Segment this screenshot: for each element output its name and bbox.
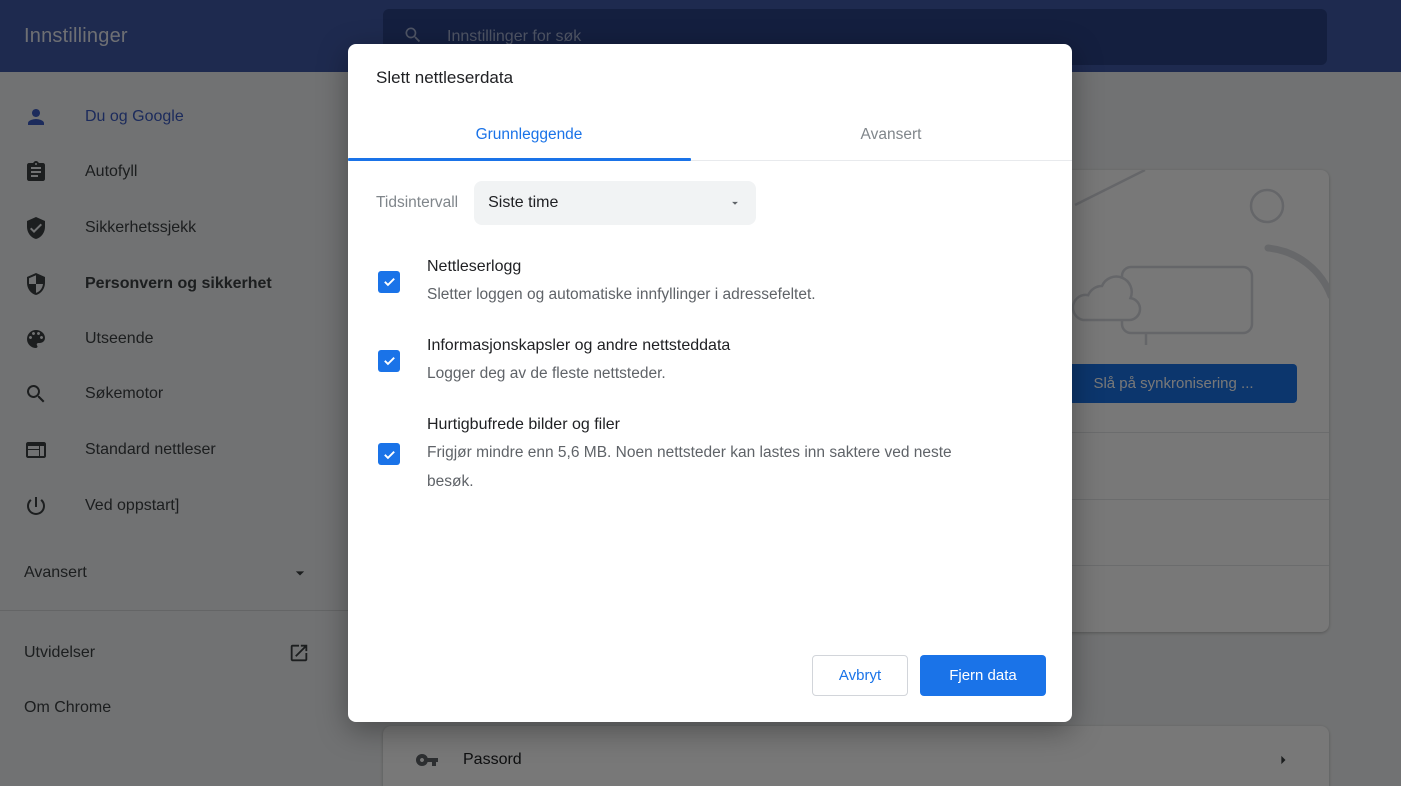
sidebar-item-sikkerhetssjekk[interactable]: Sikkerhetssjekk bbox=[0, 208, 373, 248]
dialog-tabs: Grunnleggende Avansert bbox=[348, 110, 1072, 161]
extensions-label: Utvidelser bbox=[24, 644, 96, 661]
cookies-checkbox[interactable] bbox=[378, 349, 400, 372]
checkbox-text: Nettleserlogg Sletter loggen og automati… bbox=[427, 254, 957, 309]
sidebar-item-label: Standard nettleser bbox=[85, 441, 216, 458]
checkbox-label: Informasjonskapsler og andre nettsteddat… bbox=[427, 337, 731, 354]
active-tab-indicator bbox=[348, 158, 691, 161]
checkbox-row-cookies: Informasjonskapsler og andre nettsteddat… bbox=[376, 333, 996, 388]
about-label: Om Chrome bbox=[24, 699, 112, 716]
sidebar-item-label: Autofyll bbox=[85, 163, 138, 180]
checkbox-label: Nettleserlogg bbox=[427, 258, 522, 275]
time-range-select[interactable]: Siste time bbox=[474, 181, 757, 225]
autofill-card: Passord bbox=[383, 726, 1329, 786]
password-row-label: Passord bbox=[463, 751, 522, 768]
sidebar-item-autofyll[interactable]: Autofyll bbox=[0, 152, 373, 192]
sidebar-item-label: Sikkerhetssjekk bbox=[85, 219, 197, 236]
sidebar-item-om-chrome[interactable]: Om Chrome bbox=[0, 688, 373, 728]
time-range-label: Tidsintervall bbox=[376, 194, 459, 211]
sidebar-item-standard-nettleser[interactable]: Standard nettleser bbox=[0, 430, 373, 470]
checkbox-row-browsing-history: Nettleserlogg Sletter loggen og automati… bbox=[376, 254, 996, 309]
time-range-row: Tidsintervall Siste time bbox=[376, 181, 757, 225]
checkbox-description: Sletter loggen og automatiske innfylling… bbox=[427, 286, 816, 303]
dialog-title: Slett nettleserdata bbox=[376, 68, 514, 87]
browsing-history-checkbox[interactable] bbox=[378, 270, 400, 293]
checkbox-text: Hurtigbufrede bilder og filer Frigjør mi… bbox=[427, 412, 957, 496]
dialog-actions: Avbryt Fjern data bbox=[812, 655, 1046, 696]
open-in-new-icon bbox=[288, 642, 310, 664]
sidebar-advanced-toggle[interactable]: Avansert bbox=[0, 553, 373, 593]
sidebar-item-label: Du og Google bbox=[85, 108, 184, 125]
time-range-value: Siste time bbox=[488, 194, 559, 211]
power-icon bbox=[24, 494, 48, 518]
chevron-right-icon bbox=[1273, 750, 1293, 770]
chrome-settings-window: Innstillinger Du og Google Autofyll bbox=[0, 0, 1401, 786]
sidebar-item-utvidelser[interactable]: Utvidelser bbox=[0, 633, 373, 673]
sidebar-item-ved-oppstart[interactable]: Ved oppstart] bbox=[0, 486, 373, 526]
sidebar-item-personvern[interactable]: Personvern og sikkerhet bbox=[0, 264, 373, 304]
sidebar-item-du-og-google[interactable]: Du og Google bbox=[0, 97, 373, 137]
sidebar-divider bbox=[0, 610, 373, 611]
page-title: Innstillinger bbox=[24, 25, 128, 47]
sidebar-item-label: Personvern og sikkerhet bbox=[85, 275, 272, 292]
safety-check-icon bbox=[24, 216, 48, 240]
clear-browsing-data-dialog: Slett nettleserdata Grunnleggende Avanse… bbox=[348, 44, 1072, 722]
checkbox-description: Logger deg av de fleste nettsteder. bbox=[427, 365, 666, 382]
checkbox-list: Nettleserlogg Sletter loggen og automati… bbox=[376, 254, 996, 520]
dropdown-caret-icon bbox=[728, 196, 742, 210]
sidebar-item-label: Utseende bbox=[85, 330, 154, 347]
search-icon bbox=[24, 382, 48, 406]
sidebar-item-sokemotor[interactable]: Søkemotor bbox=[0, 374, 373, 414]
turn-on-sync-button[interactable]: Slå på synkronisering ... bbox=[1050, 364, 1297, 403]
tab-grunnleggende[interactable]: Grunnleggende bbox=[348, 110, 710, 160]
sidebar-item-label: Ved oppstart] bbox=[85, 497, 180, 514]
advanced-label: Avansert bbox=[24, 564, 87, 581]
key-icon bbox=[415, 748, 439, 772]
tab-avansert[interactable]: Avansert bbox=[710, 110, 1072, 160]
sidebar-item-label: Søkemotor bbox=[85, 385, 164, 402]
privacy-shield-icon bbox=[24, 272, 48, 296]
checkbox-description: Frigjør mindre enn 5,6 MB. Noen nettsted… bbox=[427, 444, 952, 490]
checkbox-row-cached-images: Hurtigbufrede bilder og filer Frigjør mi… bbox=[376, 412, 996, 496]
autofill-icon bbox=[24, 160, 48, 184]
sync-illustration bbox=[1071, 170, 1329, 345]
chevron-down-icon bbox=[290, 563, 310, 583]
checkbox-label: Hurtigbufrede bilder og filer bbox=[427, 416, 620, 433]
checkbox-text: Informasjonskapsler og andre nettsteddat… bbox=[427, 333, 957, 388]
cached-images-checkbox[interactable] bbox=[378, 443, 400, 465]
person-icon bbox=[24, 105, 48, 129]
clear-data-button[interactable]: Fjern data bbox=[920, 655, 1046, 696]
cancel-button[interactable]: Avbryt bbox=[812, 655, 908, 696]
browser-icon bbox=[24, 438, 48, 462]
palette-icon bbox=[24, 327, 48, 351]
password-row[interactable]: Passord bbox=[383, 726, 1329, 786]
sidebar-item-utseende[interactable]: Utseende bbox=[0, 319, 373, 359]
